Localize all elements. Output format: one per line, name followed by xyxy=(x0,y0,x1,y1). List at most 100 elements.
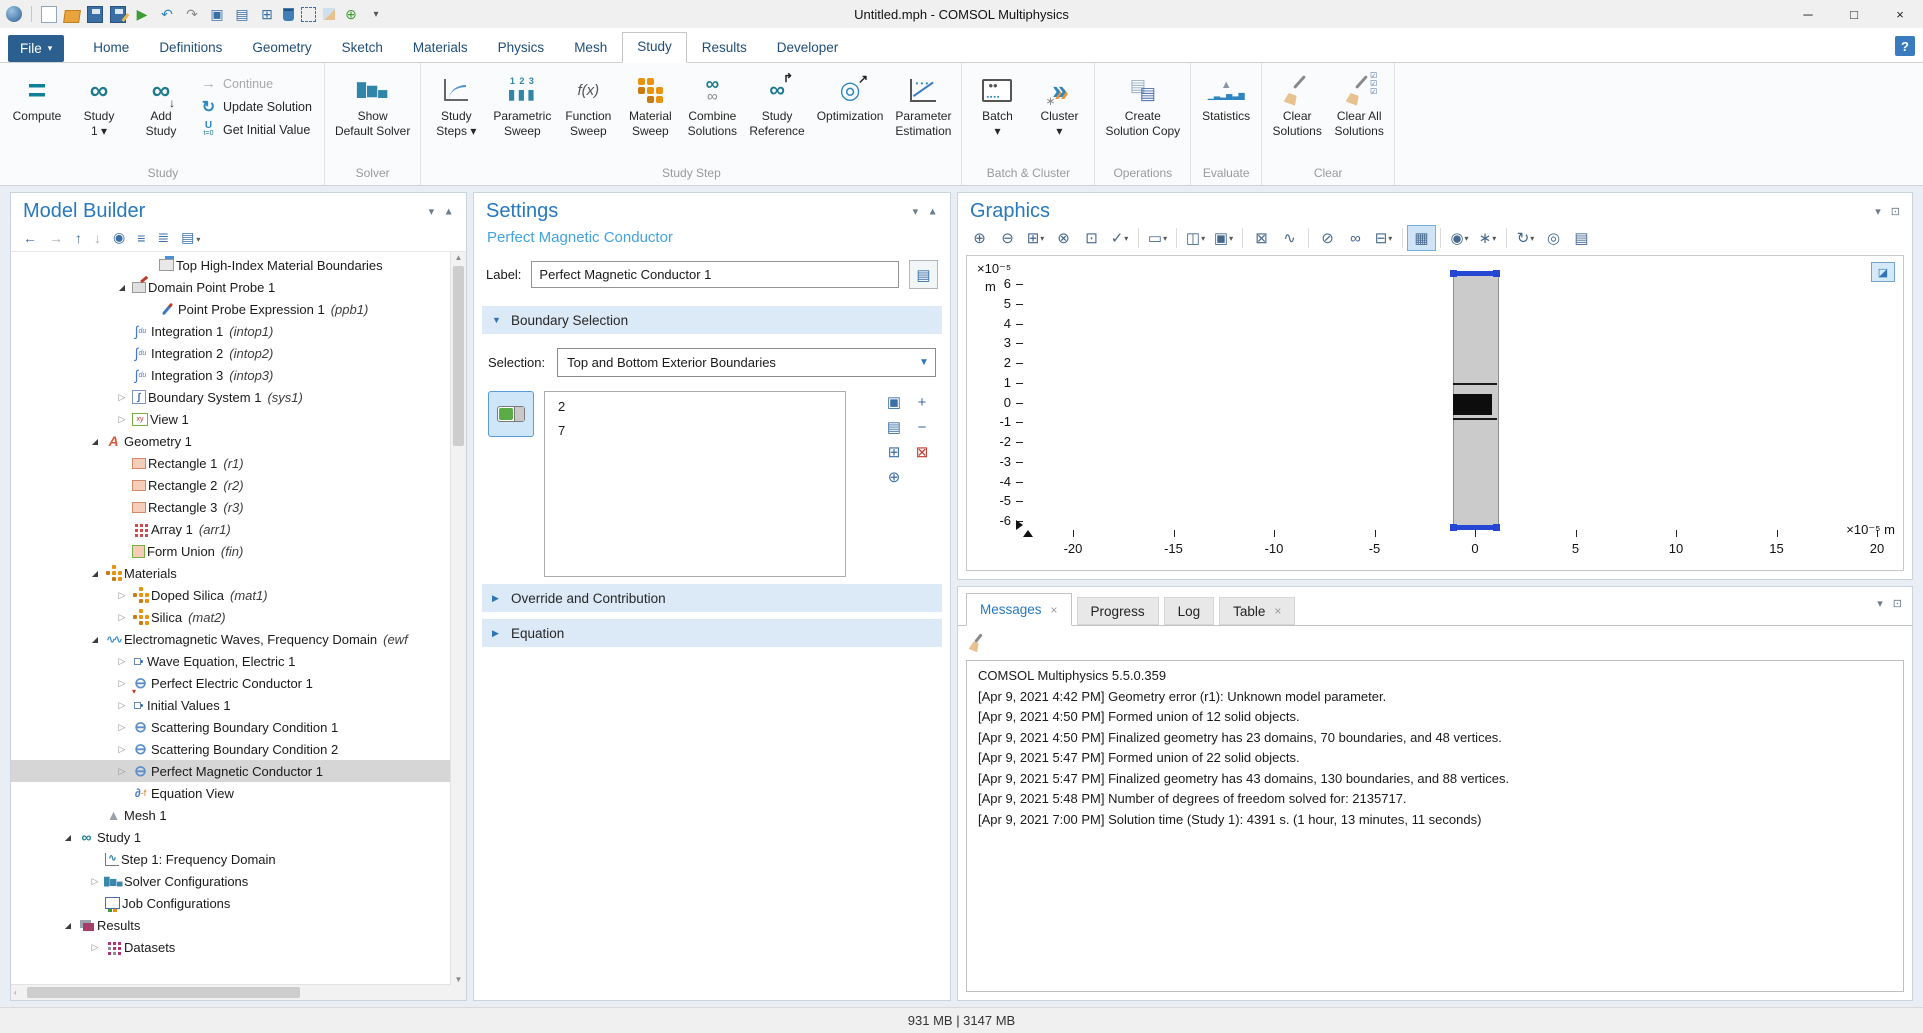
tree-item-silica[interactable]: ▷Silica(mat2) xyxy=(11,606,451,628)
tab-study[interactable]: Study xyxy=(622,32,687,63)
tree-item-geometry-1[interactable]: ◢Geometry 1 xyxy=(11,430,451,452)
panel-menu-icon[interactable]: ▾ xyxy=(1877,597,1883,610)
expand-arrow-icon[interactable]: ▷ xyxy=(114,744,130,755)
file-menu-button[interactable]: File▾ xyxy=(8,35,64,62)
expand-all-icon[interactable]: ≣ xyxy=(157,229,169,246)
material-sweep-button[interactable]: MaterialSweep xyxy=(619,69,681,141)
expand-arrow-icon[interactable]: ▷ xyxy=(114,590,130,601)
chevron-down-icon[interactable]: ▼ xyxy=(913,357,935,368)
tree-item-initial-values-1[interactable]: ▷Initial Values 1 xyxy=(11,694,451,716)
tree-item-doped-silica[interactable]: ▷Doped Silica(mat1) xyxy=(11,584,451,606)
tab-mesh[interactable]: Mesh xyxy=(559,33,622,62)
zoom-to-selection-icon[interactable]: ⊕ xyxy=(882,466,906,488)
copy-selection-icon[interactable]: ▣ xyxy=(882,391,906,413)
forward-icon[interactable]: → xyxy=(49,230,63,246)
combine-solutions-button[interactable]: CombineSolutions xyxy=(681,69,743,141)
tab-log[interactable]: Log xyxy=(1164,597,1215,625)
selection-list-item[interactable]: 2 xyxy=(545,395,845,419)
tree-item-results[interactable]: ◢Results xyxy=(11,914,451,936)
tree-item-point-probe-expression-1[interactable]: Point Probe Expression 1(ppb1) xyxy=(11,298,451,320)
select-region-icon[interactable] xyxy=(301,7,316,22)
scrollbar-thumb[interactable] xyxy=(27,987,300,998)
select-box-icon[interactable]: ⊠ xyxy=(1248,226,1275,250)
pin-icon[interactable]: ► xyxy=(928,207,939,217)
tab-table[interactable]: Table× xyxy=(1219,597,1295,625)
tab-geometry[interactable]: Geometry xyxy=(237,33,326,62)
tree-item-scattering-boundary-condition-2[interactable]: ▷Scattering Boundary Condition 2 xyxy=(11,738,451,760)
minimize-button[interactable]: ─ xyxy=(1785,0,1831,28)
redo-icon[interactable]: ↷ xyxy=(183,5,201,23)
pin-icon[interactable]: ► xyxy=(444,207,455,217)
go-to-default-view-icon[interactable]: ✓▾ xyxy=(1106,226,1133,250)
study-reference-button[interactable]: StudyReference xyxy=(743,69,810,141)
float-icon[interactable]: ⊡ xyxy=(1893,597,1902,610)
get-initial-value-button[interactable]: Get Initial Value xyxy=(200,121,312,138)
expand-arrow-icon[interactable]: ▷ xyxy=(114,700,130,711)
expand-arrow-icon[interactable]: ▷ xyxy=(114,678,130,689)
selection-list-item[interactable]: 7 xyxy=(545,419,845,443)
tree-item-boundary-system-1[interactable]: ▷Boundary System 1(sys1) xyxy=(11,386,451,408)
parametric-sweep-button[interactable]: ParametricSweep xyxy=(487,69,557,141)
selection-combobox[interactable]: Top and Bottom Exterior Boundaries ▼ xyxy=(557,348,936,377)
statistics-button[interactable]: Statistics xyxy=(1195,69,1257,126)
tab-sketch[interactable]: Sketch xyxy=(327,33,398,62)
collapse-arrow-icon[interactable]: ◢ xyxy=(87,569,103,578)
active-toggle-button[interactable] xyxy=(488,391,534,437)
tree-item-mesh-1[interactable]: Mesh 1 xyxy=(11,804,451,826)
scene-settings-icon[interactable]: ▣▾ xyxy=(1210,226,1237,250)
remove-from-selection-icon[interactable]: − xyxy=(910,416,934,438)
tab-physics[interactable]: Physics xyxy=(483,33,560,62)
paste-selection-icon[interactable]: ▤ xyxy=(882,416,906,438)
clear-log-icon[interactable] xyxy=(968,633,984,651)
tree-item-integration-3[interactable]: Integration 3(intop3) xyxy=(11,364,451,386)
undo-icon[interactable]: ↶ xyxy=(158,5,176,23)
move-up-icon[interactable]: ↑ xyxy=(75,230,82,246)
tree-item-step-1-frequency-domain[interactable]: Step 1: Frequency Domain xyxy=(11,848,451,870)
tree-item-perfect-electric-conductor-1[interactable]: ▷Perfect Electric Conductor 1 xyxy=(11,672,451,694)
show-icon[interactable]: ◉ xyxy=(113,229,125,246)
study-1-button[interactable]: Study1 ▾ xyxy=(68,69,130,141)
scene-light-icon[interactable]: ∗▾ xyxy=(1474,226,1501,250)
tree-item-integration-2[interactable]: Integration 2(intop2) xyxy=(11,342,451,364)
image-settings-icon[interactable]: ◫▾ xyxy=(1182,226,1209,250)
vertical-scrollbar[interactable]: ▲ ▼ xyxy=(450,252,466,985)
panel-menu-icon[interactable]: ▾ xyxy=(429,205,435,218)
help-button[interactable]: ? xyxy=(1895,36,1915,56)
tab-definitions[interactable]: Definitions xyxy=(144,33,237,62)
maximize-button[interactable]: □ xyxy=(1831,0,1877,28)
copy-icon[interactable]: ▣ xyxy=(208,5,226,23)
clear-all-solutions-button[interactable]: ☑ ☑ ☑Clear AllSolutions xyxy=(1328,69,1390,141)
collapse-arrow-icon[interactable]: ◢ xyxy=(60,921,76,930)
paste-special-icon[interactable]: ⊞ xyxy=(258,5,276,23)
function-sweep-button[interactable]: FunctionSweep xyxy=(557,69,619,141)
tree-item-electromagnetic-waves-frequency-domain[interactable]: ◢Electromagnetic Waves, Frequency Domain… xyxy=(11,628,451,650)
tree-item-rectangle-3[interactable]: Rectangle 3(r3) xyxy=(11,496,451,518)
tree-item-perfect-magnetic-conductor-1[interactable]: ▷Perfect Magnetic Conductor 1 xyxy=(11,760,451,782)
tree-item-view-1[interactable]: ▷View 1 xyxy=(11,408,451,430)
clean-icon[interactable] xyxy=(323,8,335,20)
save-as-icon[interactable] xyxy=(110,6,126,23)
tab-home[interactable]: Home xyxy=(78,33,144,62)
view-menu-icon[interactable]: ▭▾ xyxy=(1144,226,1171,250)
tree-item-rectangle-2[interactable]: Rectangle 2(r2) xyxy=(11,474,451,496)
tree-item-scattering-boundary-condition-1[interactable]: ▷Scattering Boundary Condition 1 xyxy=(11,716,451,738)
back-icon[interactable]: ← xyxy=(23,230,37,246)
collapse-arrow-icon[interactable]: ◢ xyxy=(114,283,130,292)
label-input[interactable] xyxy=(531,261,899,288)
print-icon[interactable]: ▤ xyxy=(1568,226,1595,250)
create-selection-icon[interactable]: ⊞ xyxy=(882,441,906,463)
zoom-selected-icon[interactable]: ⊡ xyxy=(1078,226,1105,250)
selected-boundary-top[interactable] xyxy=(1451,271,1499,276)
tree-item-integration-1[interactable]: Integration 1(intop1) xyxy=(11,320,451,342)
batch-button[interactable]: Batch▾ xyxy=(966,69,1028,141)
cluster-button[interactable]: Cluster▾ xyxy=(1028,69,1090,141)
collapse-all-icon[interactable]: ≡ xyxy=(137,230,145,246)
selection-settings-icon[interactable]: ⊟▾ xyxy=(1370,226,1397,250)
zoom-out-icon[interactable]: ⊖ xyxy=(994,226,1021,250)
expand-arrow-icon[interactable]: ▷ xyxy=(87,942,103,953)
expand-arrow-icon[interactable]: ▷ xyxy=(114,656,130,667)
create-solution-copy-button[interactable]: CreateSolution Copy xyxy=(1099,69,1186,141)
section-boundary-selection[interactable]: ▼Boundary Selection xyxy=(482,306,942,334)
tree-item-job-configurations[interactable]: Job Configurations xyxy=(11,892,451,914)
zoom-in-icon[interactable]: ⊕ xyxy=(966,226,993,250)
